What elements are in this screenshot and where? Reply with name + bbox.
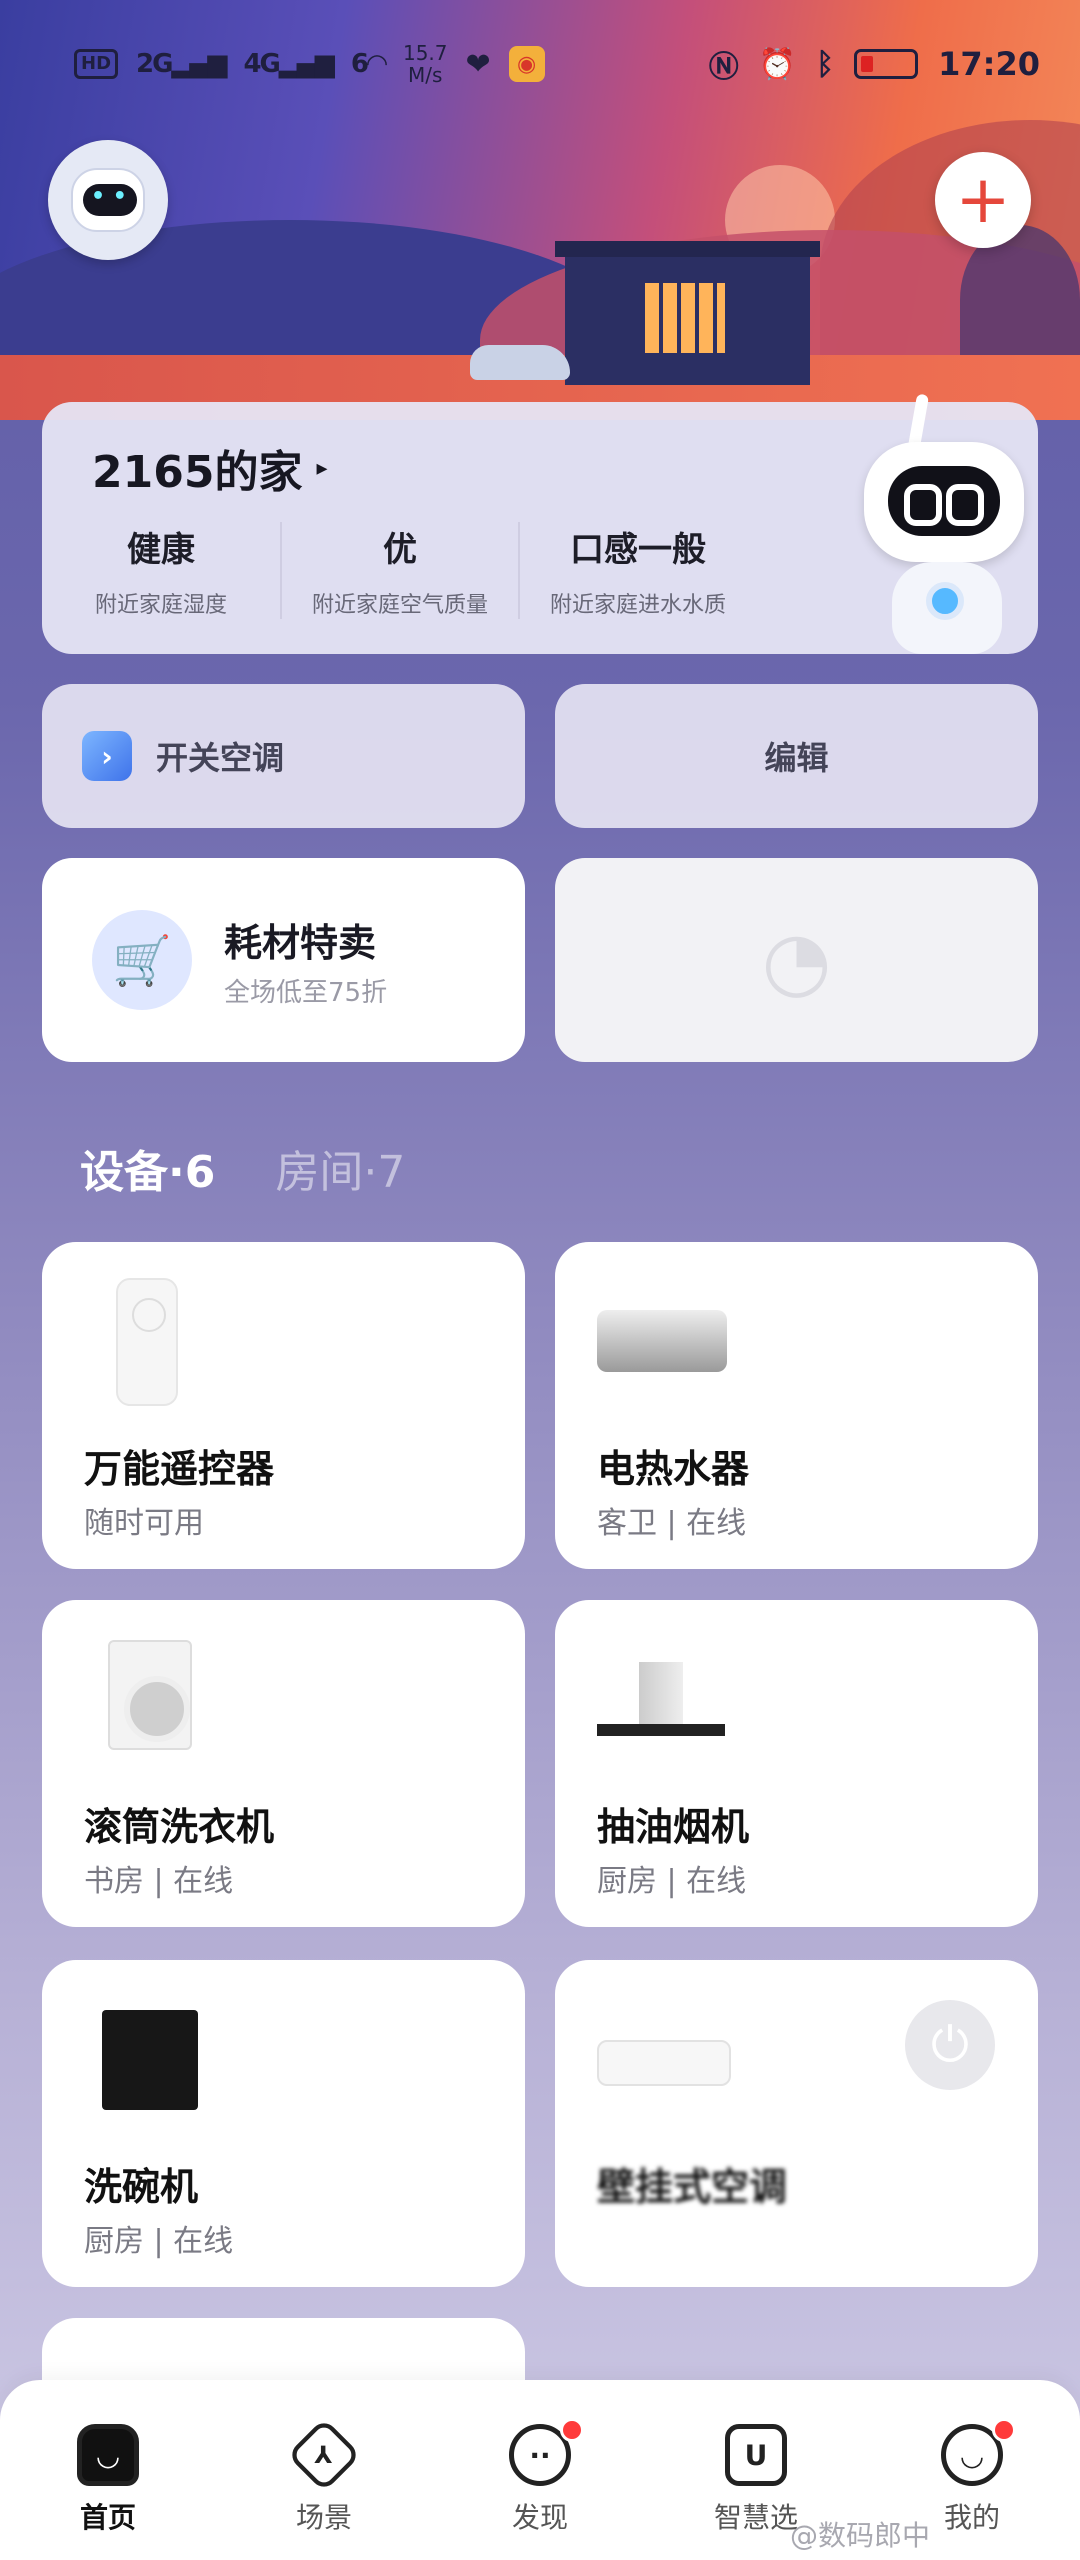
add-button[interactable]: + — [935, 152, 1031, 248]
bluetooth-icon: ᛒ — [816, 46, 835, 82]
car-illustration — [470, 345, 570, 380]
watermark: @数码郎中 — [790, 2519, 931, 2552]
banner-placeholder[interactable]: ◔ — [555, 858, 1038, 1062]
brand-logo-placeholder-icon: ◔ — [761, 913, 832, 1007]
battery-icon — [854, 49, 919, 79]
signal-icon: 2G▂▄▆ — [136, 49, 227, 79]
nav-scene[interactable]: ⅄ 场景 — [244, 2417, 404, 2560]
signal-icon: 4G▂▄▆ — [243, 49, 334, 79]
dishwasher-image — [102, 2010, 198, 2110]
stat-humidity: 健康 附近家庭湿度 — [94, 530, 227, 618]
device-card[interactable]: 洗碗机 厨房 | 在线 — [42, 1960, 525, 2287]
device-card[interactable]: ⏻ 壁挂式空调 — [555, 1960, 1038, 2287]
hearts-icon: ❤ — [465, 46, 491, 82]
scene-icon: ⅄ — [286, 2417, 362, 2493]
device-card[interactable]: 万能遥控器 随时可用 — [42, 1242, 525, 1569]
assistant-avatar-button[interactable] — [48, 140, 168, 260]
weibo-icon: ◉ — [508, 46, 545, 82]
home-icon: ◡ — [77, 2424, 139, 2486]
alarm-icon: ⏰ — [758, 46, 797, 82]
tab-rooms[interactable]: 房间·7 — [275, 1136, 405, 1200]
clock: 17:20 — [938, 45, 1040, 83]
arrow-right-icon: ▸ — [316, 455, 328, 481]
hd-badge: HD — [74, 49, 119, 79]
network-speed: 15.7 M/s — [402, 41, 448, 87]
status-bar: HD 2G▂▄▆ 4G▂▄▆ 6◠ 15.7 M/s ❤ ◉ Ⓝ ⏰ ᛒ 17:… — [0, 0, 1080, 128]
home-title[interactable]: 2165的家 ▸ — [92, 436, 328, 500]
stat-air-quality: 优 附近家庭空气质量 — [280, 522, 518, 619]
range-hood-image — [597, 1662, 725, 1748]
device-card[interactable]: 滚筒洗衣机 书房 | 在线 — [42, 1600, 525, 1927]
air-conditioner-image — [597, 2040, 731, 2086]
home-stats: 健康 附近家庭湿度 优 附近家庭空气质量 口感一般 附近家庭进水水质 — [42, 522, 756, 619]
nfc-icon: Ⓝ — [708, 50, 739, 85]
wifi-icon: 6◠ — [350, 49, 387, 79]
ac-shortcut-icon: › — [82, 731, 132, 781]
device-card[interactable]: 抽油烟机 厨房 | 在线 — [555, 1600, 1038, 1927]
device-room-tabs: 设备·6 房间·7 — [80, 1136, 405, 1200]
tab-devices[interactable]: 设备·6 — [80, 1136, 215, 1200]
nav-home[interactable]: ◡ 首页 — [28, 2424, 188, 2560]
toggle-ac-button[interactable]: › 开关空调 — [42, 684, 525, 828]
home-summary-card[interactable]: 2165的家 ▸ 健康 附近家庭湿度 优 附近家庭空气质量 口感一般 附近家庭进… — [42, 393, 1038, 654]
notification-badge — [992, 2418, 1016, 2442]
nav-discover[interactable]: ·· 发现 — [460, 2418, 620, 2560]
water-heater-image — [597, 1310, 727, 1372]
shop-icon: ᑌ — [725, 2424, 787, 2486]
edit-button[interactable]: 编辑 — [555, 684, 1038, 828]
washing-machine-image — [108, 1640, 192, 1750]
remote-control-image — [116, 1278, 178, 1406]
robot-mascot — [848, 393, 1038, 654]
house-illustration — [555, 241, 820, 385]
plus-icon: + — [955, 161, 1011, 238]
robot-icon — [71, 168, 145, 232]
stat-water-quality: 口感一般 附近家庭进水水质 — [518, 522, 756, 619]
notification-badge — [560, 2418, 584, 2442]
power-icon[interactable]: ⏻ — [905, 2000, 995, 2090]
device-card[interactable]: 电热水器 客卫 | 在线 — [555, 1242, 1038, 1569]
shopping-cart-icon: 🛒 — [92, 910, 192, 1010]
consumables-sale-card[interactable]: 🛒 耗材特卖 全场低至75折 — [42, 858, 525, 1062]
